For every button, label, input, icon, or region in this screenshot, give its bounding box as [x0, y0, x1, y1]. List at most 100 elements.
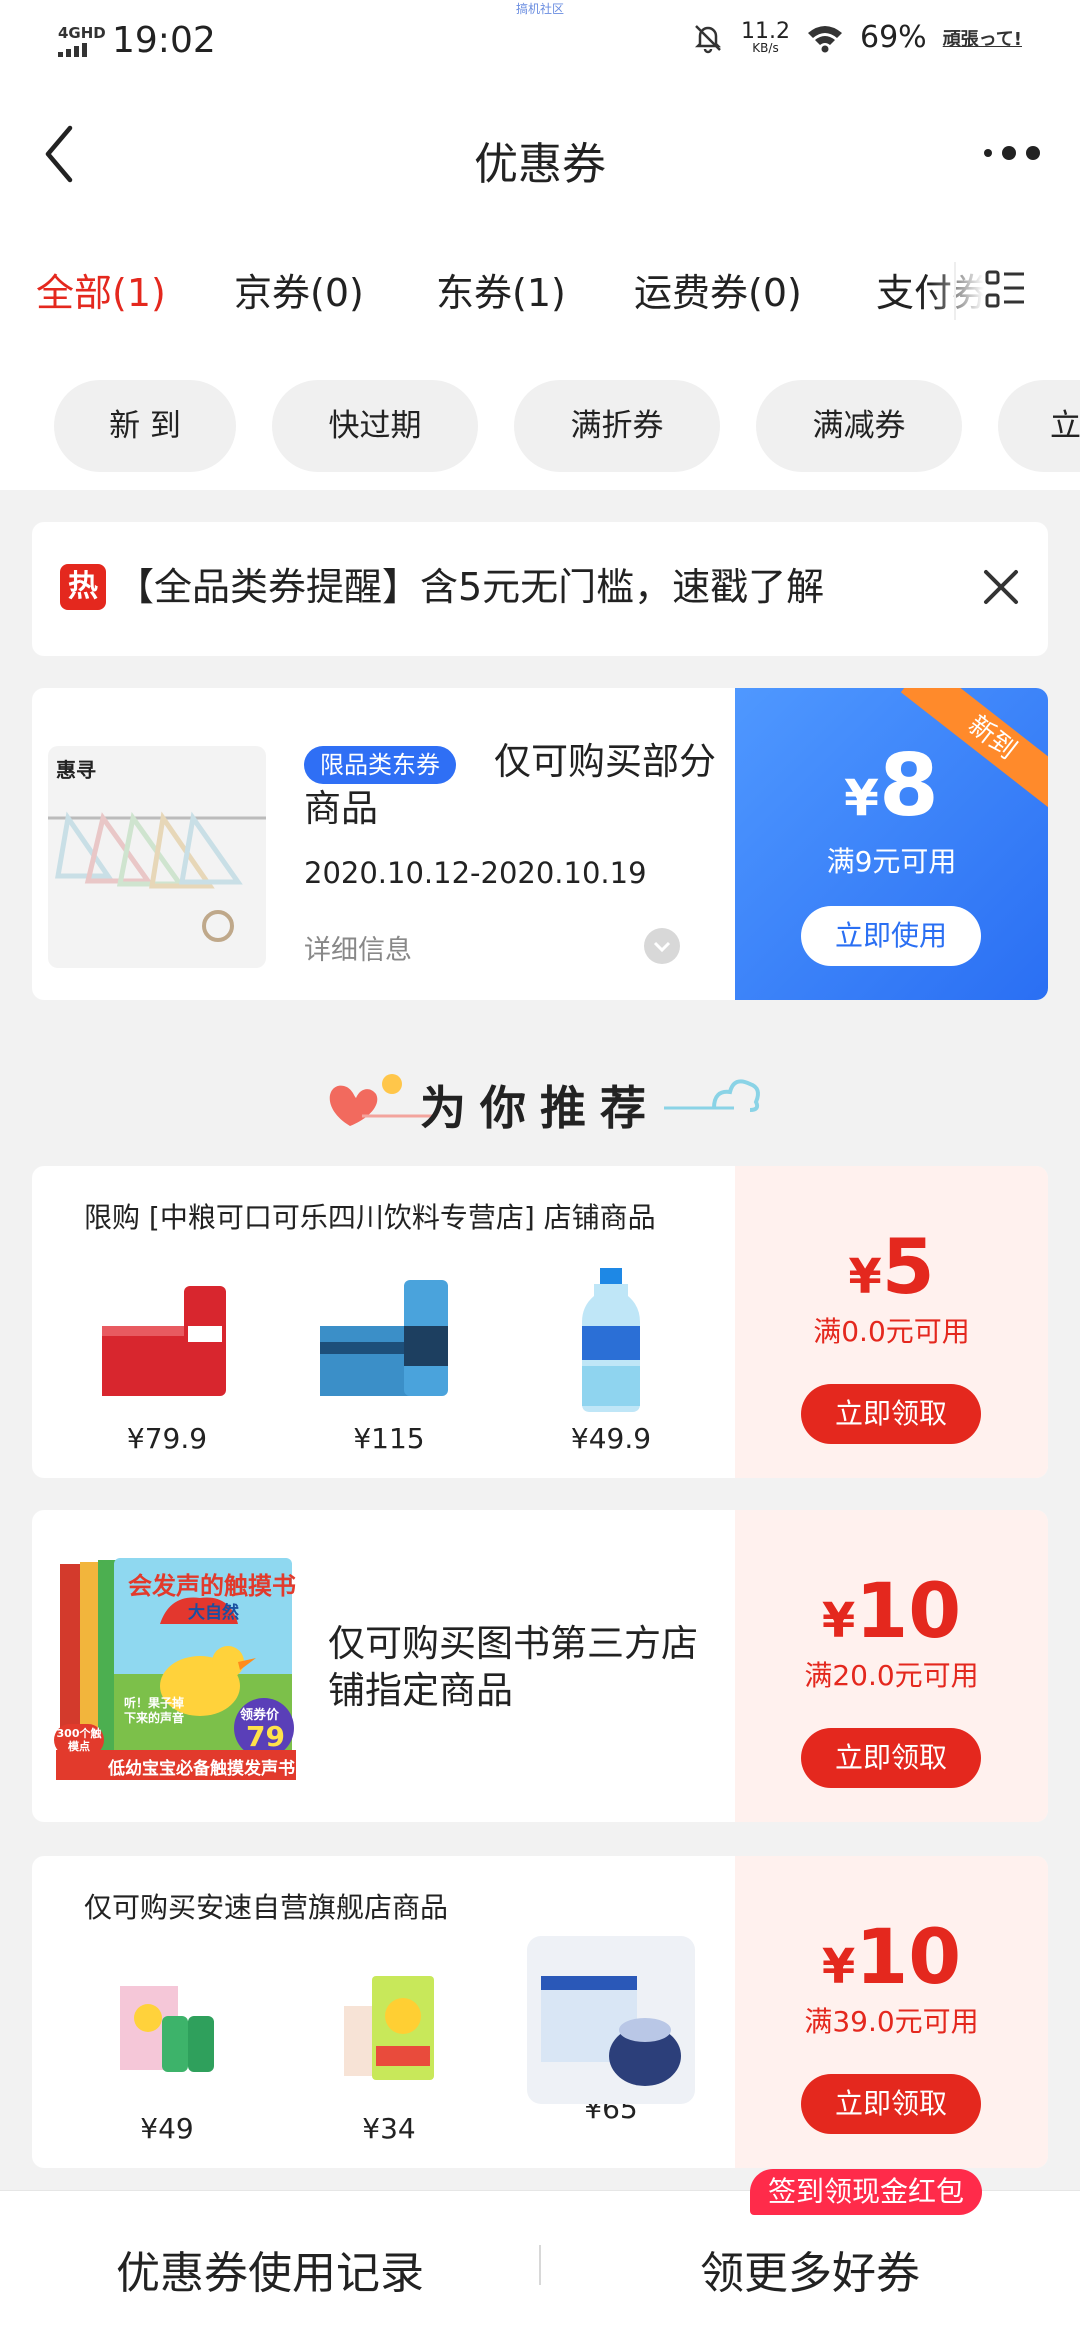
tab-jingquan[interactable]: 京券(0) — [234, 262, 364, 317]
recommend-header: 为你推荐 — [0, 1060, 1080, 1140]
promo-notice[interactable]: 热 【全品类券提醒】含5元无门槛，速戳了解 — [32, 522, 1048, 656]
owned-coupon-card: 惠寻 仅可购买部分商品 限品类东券 2020.10.12-2020.10.19 … — [32, 688, 1048, 1000]
mosquito-patch-icon — [314, 1956, 464, 2106]
book-cover-title: 会发声的触摸书 — [128, 1572, 296, 1600]
card-title: 仅可购买安速自营旗舰店商品 — [84, 1891, 449, 1924]
notice-text: 【全品类券提醒】含5元无门槛，速戳了解 — [116, 565, 825, 609]
status-left: 4GHD 19:02 — [58, 20, 216, 61]
recommend-card-book: 会发声的触摸书 大自然 听！果子掉下来的声音 领券价 79 300个触模点 低幼… — [32, 1510, 1048, 1822]
book-cover-note: 听！果子掉下来的声音 — [124, 1696, 185, 1725]
mosquito-liquid-icon — [92, 1956, 242, 2106]
book-banner: 低幼宝宝必备触摸发声书 — [108, 1759, 295, 1779]
product-item[interactable]: ¥49 — [82, 1956, 252, 2145]
battery-level: 69% — [860, 20, 927, 55]
bottom-bar: 优惠券使用记录 领更多好券 签到领现金红包 — [0, 2169, 1080, 2340]
recommend-card-ansu: 仅可购买安速自营旗舰店商品 ¥49 ¥34 ¥65 ¥10 满39.0元可用 立… — [32, 1856, 1048, 2168]
product-item[interactable]: ¥115 — [304, 1266, 474, 1455]
claim-button[interactable]: 立即领取 — [801, 1384, 981, 1444]
sports-drink-icon — [536, 1266, 686, 1416]
currency-symbol: ¥ — [821, 1939, 856, 1995]
energy-drink-icon — [314, 1266, 464, 1416]
coupon-value-panel: ¥10 满20.0元可用 立即领取 — [735, 1510, 1048, 1822]
product-item[interactable]: ¥34 — [304, 1956, 474, 2145]
product-price: ¥49 — [140, 2112, 194, 2145]
close-icon[interactable] — [976, 562, 1026, 612]
currency-symbol: ¥ — [844, 769, 879, 827]
red-packet-badge[interactable]: 签到领现金红包 — [750, 2169, 983, 2215]
brand-logo: 惠寻 — [56, 758, 96, 782]
amount-value: 5 — [881, 1222, 935, 1311]
status-center-text: 搞机社区 — [515, 2, 564, 16]
tab-dongquan[interactable]: 东券(1) — [436, 262, 566, 317]
chip-reduction[interactable]: 满减券 — [756, 380, 962, 472]
chevron-down-icon[interactable] — [644, 928, 680, 964]
speed-value: 11.2 — [741, 18, 790, 44]
mosquito-device-icon — [527, 1936, 695, 2104]
product-item[interactable]: ¥49.9 — [526, 1266, 696, 1455]
usage-record-button[interactable]: 优惠券使用记录 — [0, 2237, 540, 2301]
product-item[interactable]: ¥65 — [526, 1936, 696, 2125]
amount-value: 10 — [855, 1566, 962, 1655]
filter-chips: 新 到 快过期 满折券 满减券 立即 — [0, 380, 1080, 472]
product-item[interactable]: ¥79.9 — [82, 1266, 252, 1455]
coupon-amount: ¥10 — [735, 1912, 1048, 2001]
coupon-condition: 满39.0元可用 — [804, 2005, 979, 2038]
book-touch-badge: 300个触模点 — [54, 1724, 104, 1756]
cola-pack-icon — [92, 1266, 242, 1416]
claim-button[interactable]: 立即领取 — [801, 2074, 981, 2134]
tabs-divider — [954, 262, 956, 320]
coupon-condition: 满0.0元可用 — [813, 1315, 970, 1348]
more-menu-icon[interactable] — [984, 146, 1040, 160]
tab-shipping[interactable]: 运费券(0) — [634, 262, 802, 317]
status-time: 19:02 — [112, 20, 216, 61]
product-price: ¥115 — [353, 1422, 425, 1455]
amount-value: 8 — [878, 736, 939, 836]
cloud-deco-icon — [664, 1079, 760, 1112]
carrier-label: 頑張って! — [942, 28, 1022, 50]
coupon-type-tag: 限品类东券 — [304, 746, 456, 784]
currency-symbol: ¥ — [848, 1249, 882, 1305]
currency-symbol: ¥ — [821, 1593, 856, 1649]
card-title: 仅可购买图书第三方店铺指定商品 — [328, 1622, 698, 1712]
network-type: 4GHD — [58, 23, 106, 42]
network-speed: 11.2 KB/s — [741, 18, 790, 54]
network-indicator: 4GHD — [58, 23, 106, 57]
status-bar: 搞机社区 4GHD 19:02 11.2 KB/s 69% 頑張って! — [0, 0, 1080, 86]
coupon-value-panel: ¥10 满39.0元可用 立即领取 — [735, 1856, 1048, 2168]
status-right: 11.2 KB/s 69% 頑張って! — [691, 20, 1022, 55]
page-title: 优惠券 — [474, 139, 606, 190]
wifi-icon — [808, 25, 842, 52]
hot-badge: 热 — [60, 564, 106, 610]
product-price: ¥34 — [362, 2112, 416, 2145]
recommend-card-cola: 限购 [中粮可口可乐四川饮料专营店] 店铺商品 ¥79.9 ¥115 ¥49.9… — [32, 1166, 1048, 1478]
coupon-amount: ¥5 — [735, 1222, 1048, 1311]
coupon-value-panel: ¥5 满0.0元可用 立即领取 — [735, 1166, 1048, 1478]
hanger-product-image: 惠寻 — [48, 746, 266, 968]
coupon-amount: ¥8 — [735, 736, 1048, 836]
book-price: 79 — [246, 1720, 285, 1753]
signal-icon — [58, 42, 104, 57]
claim-button[interactable]: 立即领取 — [801, 1728, 981, 1788]
coupon-condition: 满9元可用 — [826, 845, 957, 878]
tab-list-icon[interactable] — [984, 268, 1028, 312]
coupon-amount: ¥10 — [735, 1566, 1048, 1655]
chip-immediate[interactable]: 立即 — [998, 380, 1080, 472]
tab-all[interactable]: 全部(1) — [36, 262, 166, 317]
coupon-tabs: 全部(1) 京券(0) 东券(1) 运费券(0) 支付券 — [0, 250, 1080, 360]
recommend-title: 为你推荐 — [420, 1081, 660, 1135]
chip-expiring[interactable]: 快过期 — [272, 380, 478, 472]
product-price: ¥79.9 — [126, 1422, 208, 1455]
get-more-coupons-button[interactable]: 领更多好券 — [540, 2237, 1080, 2301]
book-cover-image: 会发声的触摸书 大自然 听！果子掉下来的声音 领券价 79 300个触模点 低幼… — [50, 1554, 300, 1786]
use-now-button[interactable]: 立即使用 — [801, 906, 981, 966]
book-cover-subtitle: 大自然 — [188, 1603, 239, 1623]
product-price: ¥49.9 — [570, 1422, 652, 1455]
coupon-condition: 满20.0元可用 — [804, 1659, 979, 1692]
coupon-detail-link[interactable]: 详细信息 — [304, 928, 412, 967]
amount-value: 10 — [855, 1912, 962, 2001]
nav-bar: 优惠券 — [0, 110, 1080, 202]
card-title: 限购 [中粮可口可乐四川饮料专营店] 店铺商品 — [84, 1201, 656, 1234]
coupon-value-panel: 新到 ¥8 满9元可用 立即使用 — [735, 688, 1048, 1000]
chip-new[interactable]: 新 到 — [54, 380, 236, 472]
chip-discount[interactable]: 满折券 — [514, 380, 720, 472]
